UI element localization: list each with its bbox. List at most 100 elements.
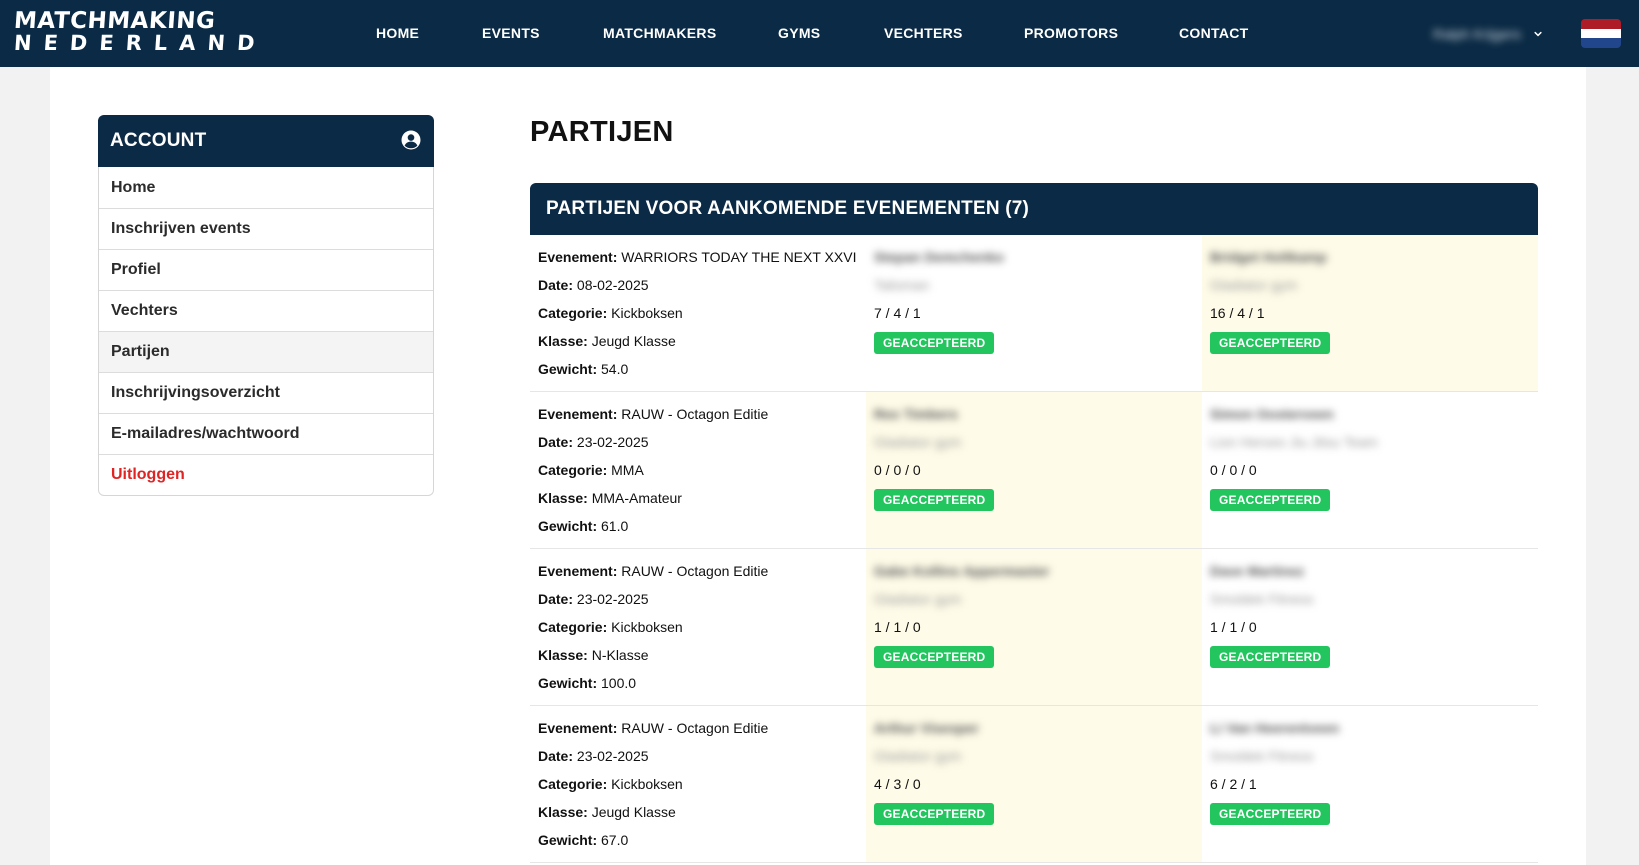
fighter-gym: Smoldek Fitness — [1210, 748, 1314, 764]
category-line: Categorie: Kickboksen — [538, 619, 683, 635]
category-value: Kickboksen — [611, 305, 683, 321]
category-line: Categorie: Kickboksen — [538, 776, 683, 792]
date-value: 08-02-2025 — [576, 277, 649, 293]
page-title: PARTIJEN — [530, 116, 674, 148]
fighter-record: 1 / 1 / 0 — [1210, 619, 1257, 635]
brand-line-2: NEDERLAND — [13, 31, 268, 55]
fight-details: Evenement: RAUW - Octagon Editie Date: 2… — [530, 706, 866, 862]
fighter-name[interactable]: Arthur Visesper — [874, 720, 979, 736]
fight-details: Evenement: RAUW - Octagon Editie Date: 2… — [530, 392, 866, 548]
fighter-gym: Gladiator gym — [874, 591, 962, 607]
nav-home[interactable]: HOME — [376, 25, 419, 41]
fighter-b: Bridget Holtkamp Gladiator gym 16 / 4 / … — [1202, 235, 1538, 391]
class-value: Jeugd Klasse — [591, 804, 676, 820]
status-badge: GEACCEPTEERD — [1210, 646, 1331, 668]
fighter-gym: Talisman — [874, 277, 930, 293]
fighter-record: 1 / 1 / 0 — [874, 619, 921, 635]
status-badge: GEACCEPTEERD — [874, 646, 995, 668]
date-line: Date: 23-02-2025 — [538, 748, 649, 764]
weight-value: 54.0 — [601, 361, 629, 377]
date-value: 23-02-2025 — [576, 434, 649, 450]
brand-logo[interactable]: MATCHMAKING NEDERLAND — [13, 8, 268, 55]
fighter-name[interactable]: Simon Oosterveen — [1210, 406, 1334, 422]
category-line: Categorie: Kickboksen — [538, 305, 683, 321]
date-line: Date: 23-02-2025 — [538, 434, 649, 450]
account-menu: Home Inschrijven events Profiel Vechters… — [98, 167, 434, 496]
weight-value: 61.0 — [601, 518, 629, 534]
nav-contact[interactable]: CONTACT — [1179, 25, 1249, 41]
fighter-name[interactable]: Gabe Kollins Appermaster — [874, 563, 1049, 579]
netherlands-flag-icon[interactable] — [1581, 19, 1621, 48]
account-item-home[interactable]: Home — [99, 167, 433, 208]
fighter-name[interactable]: Li Van Heerentveen — [1210, 720, 1339, 736]
weight-line: Gewicht: 61.0 — [538, 518, 629, 534]
user-name: Ralph Krijgers — [1433, 26, 1521, 42]
fighter-gym: Gladiator gym — [874, 748, 962, 764]
date-line: Date: 23-02-2025 — [538, 591, 649, 607]
status-badge: GEACCEPTEERD — [874, 803, 995, 825]
fighter-name[interactable]: Bridget Holtkamp — [1210, 249, 1327, 265]
event-line: Evenement: RAUW - Octagon Editie — [538, 720, 769, 736]
user-menu[interactable]: Ralph Krijgers — [1433, 24, 1543, 44]
weight-value: 67.0 — [601, 832, 629, 848]
fighter-gym: Lion Heroes Jiu Jitsu Team — [1210, 434, 1378, 450]
fighter-gym: Gladiator gym — [874, 434, 962, 450]
account-header: ACCOUNT — [98, 115, 434, 167]
date-line: Date: 08-02-2025 — [538, 277, 649, 293]
category-value: Kickboksen — [611, 776, 683, 792]
status-badge: GEACCEPTEERD — [1210, 803, 1331, 825]
class-line: Klasse: Jeugd Klasse — [538, 804, 676, 820]
event-value: WARRIORS TODAY THE NEXT XXVI — [621, 249, 857, 265]
fighter-a: Stepan Demchenko Talisman 7 / 4 / 1 GEAC… — [866, 235, 1202, 391]
class-line: Klasse: N-Klasse — [538, 647, 649, 663]
fighter-gym: Gladiator gym — [1210, 277, 1298, 293]
status-badge: GEACCEPTEERD — [874, 489, 995, 511]
fighter-record: 6 / 2 / 1 — [1210, 776, 1257, 792]
weight-value: 100.0 — [601, 675, 637, 691]
fighter-a: Gabe Kollins Appermaster Gladiator gym 1… — [866, 549, 1202, 705]
fighter-b: Li Van Heerentveen Smoldek Fitness 6 / 2… — [1202, 706, 1538, 862]
event-line: Evenement: RAUW - Octagon Editie — [538, 563, 769, 579]
fighter-record: 4 / 3 / 0 — [874, 776, 921, 792]
fight-row: Evenement: RAUW - Octagon Editie Date: 2… — [530, 549, 1538, 706]
class-line: Klasse: MMA-Amateur — [538, 490, 682, 506]
account-item-profiel[interactable]: Profiel — [99, 249, 433, 290]
nav-gyms[interactable]: GYMS — [778, 25, 820, 41]
account-item-inschrijvingsoverzicht[interactable]: Inschrijvingsoverzicht — [99, 372, 433, 413]
fight-row: Evenement: RAUW - Octagon Editie Date: 2… — [530, 392, 1538, 549]
fighter-b: Simon Oosterveen Lion Heroes Jiu Jitsu T… — [1202, 392, 1538, 548]
class-value: N-Klasse — [591, 647, 649, 663]
status-badge: GEACCEPTEERD — [1210, 332, 1331, 354]
account-item-inschrijven-events[interactable]: Inschrijven events — [99, 208, 433, 249]
class-value: Jeugd Klasse — [591, 333, 676, 349]
fighter-name[interactable]: Dave Martinez — [1210, 563, 1304, 579]
fighter-a: Arthur Visesper Gladiator gym 4 / 3 / 0 … — [866, 706, 1202, 862]
account-item-uitloggen[interactable]: Uitloggen — [99, 454, 433, 495]
fighter-b: Dave Martinez Smoldek Fitness 1 / 1 / 0 … — [1202, 549, 1538, 705]
status-badge: GEACCEPTEERD — [874, 332, 995, 354]
nav-vechters[interactable]: VECHTERS — [884, 25, 963, 41]
nav-matchmakers[interactable]: MATCHMAKERS — [603, 25, 716, 41]
category-line: Categorie: MMA — [538, 462, 644, 478]
fights-panel: PARTIJEN VOOR AANKOMENDE EVENEMENTEN (7)… — [530, 183, 1538, 865]
weight-line: Gewicht: 100.0 — [538, 675, 637, 691]
panel-title: PARTIJEN VOOR AANKOMENDE EVENEMENTEN (7) — [530, 183, 1538, 235]
top-navbar: MATCHMAKING NEDERLAND HOME EVENTS MATCHM… — [0, 0, 1639, 67]
nav-promotors[interactable]: PROMOTORS — [1024, 25, 1118, 41]
fighter-gym: Smoldek Fitness — [1210, 591, 1314, 607]
fighter-record: 0 / 0 / 0 — [1210, 462, 1257, 478]
fighter-a: Rex Timbers Gladiator gym 0 / 0 / 0 GEAC… — [866, 392, 1202, 548]
event-value: RAUW - Octagon Editie — [621, 720, 769, 736]
nav-events[interactable]: EVENTS — [482, 25, 540, 41]
fight-details: Evenement: RAUW - Octagon Editie Date: 2… — [530, 549, 866, 705]
account-item-email-wachtwoord[interactable]: E-mailadres/wachtwoord — [99, 413, 433, 454]
fighter-name[interactable]: Rex Timbers — [874, 406, 958, 422]
fight-row: Evenement: WARRIORS TODAY THE NEXT XXVI … — [530, 235, 1538, 392]
fighter-record: 16 / 4 / 1 — [1210, 305, 1265, 321]
account-item-partijen[interactable]: Partijen — [99, 331, 433, 372]
user-circle-icon — [401, 130, 421, 150]
category-value: Kickboksen — [611, 619, 683, 635]
account-item-vechters[interactable]: Vechters — [99, 290, 433, 331]
fighter-name[interactable]: Stepan Demchenko — [874, 249, 1004, 265]
fight-row: Evenement: RAUW - Octagon Editie Date: 2… — [530, 706, 1538, 863]
